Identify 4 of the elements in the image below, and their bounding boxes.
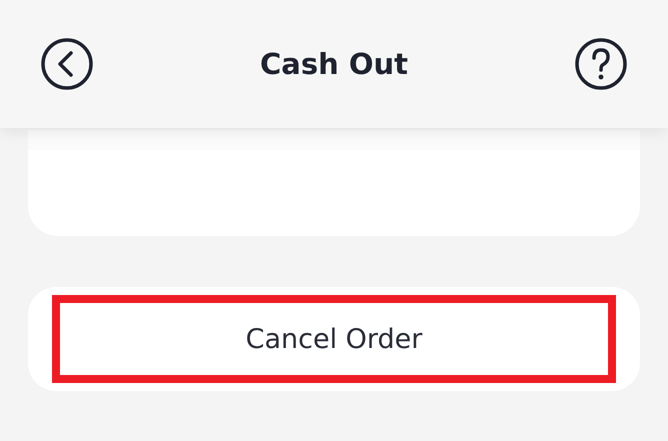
back-icon[interactable]	[40, 37, 94, 91]
cancel-order-button[interactable]: Cancel Order	[52, 295, 616, 383]
help-icon[interactable]	[574, 37, 628, 91]
screen-title: Cash Out	[260, 47, 408, 81]
